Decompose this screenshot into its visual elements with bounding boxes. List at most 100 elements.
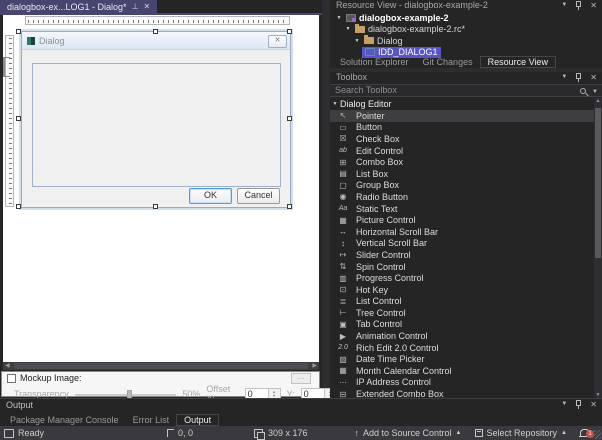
close-icon[interactable]: ✕	[590, 73, 597, 82]
toolbox-item-list-box[interactable]: ▤List Box	[330, 168, 594, 180]
expander-icon[interactable]: ▼	[335, 15, 343, 21]
status-size: 309 x 176	[268, 426, 308, 440]
pin-icon[interactable]	[575, 1, 582, 10]
resource-view-header[interactable]: Resource View - dialogbox-example-2 ▼ ✕	[330, 0, 602, 11]
select-repository-button[interactable]: Select Repository ▲	[475, 426, 568, 440]
toolbox-item-progress-control[interactable]: ▥Progress Control	[330, 272, 594, 284]
scroll-up-icon[interactable]: ▲	[594, 98, 602, 104]
feedback-icon[interactable]	[4, 429, 14, 438]
close-icon[interactable]: ✕	[590, 1, 597, 10]
toolbox-item-radio-button[interactable]: ◉Radio Button	[330, 191, 594, 203]
toolbox-item-date-time-picker[interactable]: ▧Date Time Picker	[330, 353, 594, 365]
selection-handle-top-right[interactable]	[287, 29, 292, 34]
toolbox-item-label: Pointer	[356, 111, 385, 121]
search-icon[interactable]	[579, 87, 589, 97]
document-tab[interactable]: dialogbox-ex...LOG1 - Dialog* ⊥ ✕	[0, 0, 157, 13]
toolbox-header[interactable]: Toolbox ▼ ✕	[330, 72, 602, 83]
scroll-right-icon[interactable]: ▶	[310, 362, 319, 370]
cancel-button[interactable]: Cancel	[237, 188, 280, 204]
output-header[interactable]: Output ▼ ✕	[0, 399, 602, 411]
dialog-close-button[interactable]: ✕	[268, 35, 287, 48]
toolbox-group-header[interactable]: ▼ Dialog Editor	[330, 98, 594, 110]
expander-icon[interactable]: ▼	[353, 38, 361, 44]
toolbox-item-slider-control[interactable]: ↦Slider Control	[330, 249, 594, 261]
tab-resource-view[interactable]: Resource View	[480, 56, 556, 68]
tab-solution-explorer[interactable]: Solution Explorer	[333, 56, 416, 68]
toolbox-item-pointer[interactable]: ↖ Pointer	[330, 110, 594, 122]
toolbox-item-group-box[interactable]: ▢Group Box	[330, 180, 594, 192]
selection-handle-top-center[interactable]	[153, 29, 158, 34]
pointer-icon: ↖	[336, 110, 350, 121]
selection-handle-mid-right[interactable]	[287, 116, 292, 121]
toolbox-item-spin-control[interactable]: ⇅Spin Control	[330, 261, 594, 273]
add-to-source-control-button[interactable]: ↑ Add to Source Control ▲	[354, 426, 461, 440]
toolbox-search-input[interactable]: Search Toolbox ▼	[330, 84, 602, 97]
close-icon[interactable]: ✕	[144, 2, 151, 11]
selection-handle-bottom-left[interactable]	[16, 204, 21, 209]
close-icon[interactable]: ✕	[590, 400, 597, 409]
dialog-title: Dialog	[39, 36, 65, 46]
toolbox-item-animation-control[interactable]: ▶Animation Control	[330, 330, 594, 342]
slider-control-icon: ↦	[336, 249, 350, 260]
tab-package-manager-console[interactable]: Package Manager Console	[3, 414, 126, 426]
toolbox-item-combo-box[interactable]: ⊞Combo Box	[330, 156, 594, 168]
resize-grip[interactable]	[592, 430, 601, 439]
tree-item-content[interactable]: dialogbox-example-2	[343, 12, 452, 23]
list-control-icon: ≣	[336, 296, 350, 307]
ok-button[interactable]: OK	[189, 188, 232, 204]
selection-handle-bottom-center[interactable]	[153, 204, 158, 209]
add-to-source-control-label: Add to Source Control	[363, 426, 452, 440]
toolbox-item-horizontal-scroll-bar[interactable]: ↔Horizontal Scroll Bar	[330, 226, 594, 238]
picture-control-icon: ▦	[336, 215, 350, 226]
mockup-browse-button[interactable]: ...	[291, 373, 311, 384]
toolbox-scrollbar[interactable]: ▲ ▼	[594, 98, 602, 398]
toolbox-item-check-box[interactable]: ☒Check Box	[330, 133, 594, 145]
toolbox-item-ip-address-control[interactable]: ⋯IP Address Control	[330, 377, 594, 389]
tree-item-content[interactable]: Dialog	[361, 35, 406, 46]
pin-icon[interactable]	[575, 73, 582, 82]
window-position-icon[interactable]: ▼	[561, 1, 567, 10]
pin-icon[interactable]: ⊥	[132, 2, 139, 11]
toolbox-item-tab-control[interactable]: ▣Tab Control	[330, 319, 594, 331]
toolbox-item-edit-control[interactable]: abEdit Control	[330, 145, 594, 157]
selection-handle-bottom-right[interactable]	[287, 204, 292, 209]
window-position-icon[interactable]: ▼	[561, 400, 567, 409]
scroll-left-icon[interactable]: ◀	[3, 362, 12, 370]
toolbox-list: ▼ Dialog Editor ↖ Pointer▭Button☒Check Bo…	[330, 98, 594, 398]
selection-handle-top-left[interactable]	[16, 29, 21, 34]
toolbox-item-rich-edit-2-0-control[interactable]: 2.0Rich Edit 2.0 Control	[330, 342, 594, 354]
tree-item-dialogbox-example-2[interactable]: ▼dialogbox-example-2	[330, 12, 602, 24]
expander-icon[interactable]: ▼	[330, 101, 340, 107]
toolbox-item-hot-key[interactable]: ⊡Hot Key	[330, 284, 594, 296]
dialog-preview[interactable]: Dialog ✕ OK Cancel	[21, 31, 291, 208]
toolbox-item-month-calendar-control[interactable]: ▦Month Calendar Control	[330, 365, 594, 377]
toolbox-item-button[interactable]: ▭Button	[330, 122, 594, 134]
toolbox-item-label: Hot Key	[356, 285, 388, 295]
selection-handle-mid-left[interactable]	[16, 116, 21, 121]
toolbox-item-label: Radio Button	[356, 192, 408, 202]
resource-view-title: Resource View - dialogbox-example-2	[336, 0, 488, 10]
toolbox-item-extended-combo-box[interactable]: ⊟Extended Combo Box	[330, 388, 594, 398]
dialog-designer-canvas[interactable]: Dialog ✕ OK Cancel	[3, 15, 319, 362]
scrollbar-thumb[interactable]	[14, 363, 309, 369]
tab-output[interactable]: Output	[176, 414, 219, 426]
toolbox-item-vertical-scroll-bar[interactable]: ↕Vertical Scroll Bar	[330, 238, 594, 250]
tree-item-dialog[interactable]: ▼Dialog	[330, 35, 602, 47]
expander-icon[interactable]: ▼	[344, 26, 352, 32]
toolbox-item-label: Horizontal Scroll Bar	[356, 227, 438, 237]
tree-item-content[interactable]: dialogbox-example-2.rc*	[352, 24, 468, 35]
window-position-icon[interactable]: ▼	[561, 73, 567, 82]
editor-horizontal-scrollbar[interactable]: ◀ ▶	[3, 362, 319, 370]
editor-region: dialogbox-ex...LOG1 - Dialog* ⊥ ✕ Dialog…	[0, 0, 322, 398]
pin-icon[interactable]	[575, 400, 582, 409]
tab-git-changes[interactable]: Git Changes	[416, 56, 480, 68]
mockup-image-checkbox[interactable]	[7, 374, 16, 383]
tab-error-list[interactable]: Error List	[126, 414, 177, 426]
toolbox-item-tree-control[interactable]: ⊢Tree Control	[330, 307, 594, 319]
toolbox-item-list-control[interactable]: ≣List Control	[330, 296, 594, 308]
scrollbar-thumb[interactable]	[595, 108, 601, 258]
chevron-down-icon[interactable]: ▼	[592, 88, 598, 97]
tree-item-dialogbox-example-2-rc[interactable]: ▼dialogbox-example-2.rc*	[330, 24, 602, 36]
toolbox-item-picture-control[interactable]: ▦Picture Control	[330, 214, 594, 226]
toolbox-item-static-text[interactable]: AaStatic Text	[330, 203, 594, 215]
